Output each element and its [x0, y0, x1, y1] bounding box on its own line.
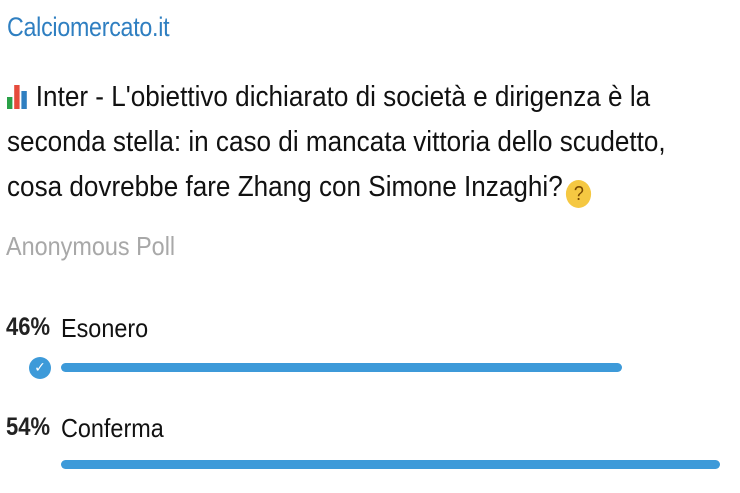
check-icon: ✓: [29, 357, 51, 379]
option-percent: 46%: [6, 313, 51, 341]
channel-name[interactable]: Calciomercato.it: [7, 12, 170, 43]
option-label: Conferma: [61, 413, 164, 443]
thinking-face-icon: ?: [566, 180, 592, 208]
option-result-bar: [61, 460, 720, 469]
bar-chart-icon: [7, 82, 30, 109]
option-label: Esonero: [61, 313, 149, 343]
option-percent: 54%: [6, 413, 51, 441]
option-result-bar: [61, 363, 622, 372]
poll-question-text: Inter - L'obiettivo dichiarato di societ…: [7, 81, 666, 203]
poll-question: Inter - L'obiettivo dichiarato di societ…: [7, 75, 718, 210]
poll-type-label: Anonymous Poll: [6, 231, 176, 261]
